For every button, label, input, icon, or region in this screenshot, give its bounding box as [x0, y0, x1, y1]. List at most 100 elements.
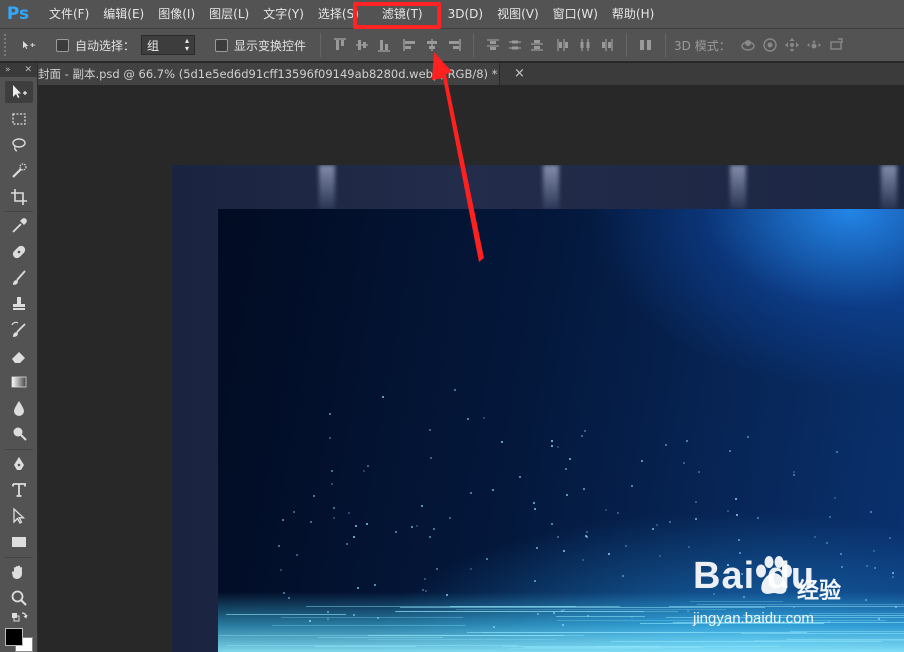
- path-selection-tool-icon[interactable]: [5, 505, 33, 527]
- particle: [470, 568, 473, 571]
- 3d-slide-icon[interactable]: [803, 34, 825, 56]
- align-vcenter-icon[interactable]: [351, 34, 373, 56]
- healing-brush-tool-icon[interactable]: [5, 241, 33, 263]
- particle: [685, 440, 688, 443]
- tools-panel-header: » ✕: [0, 63, 37, 77]
- close-panel-icon[interactable]: ✕: [24, 63, 32, 77]
- particle: [889, 536, 892, 539]
- crop-tool-icon[interactable]: [5, 186, 33, 208]
- highlight-box: [353, 2, 441, 29]
- options-grip[interactable]: [4, 34, 12, 56]
- show-transform-label: 显示变换控件: [234, 38, 307, 53]
- lasso-tool-icon[interactable]: [5, 134, 33, 156]
- particle: [557, 445, 560, 448]
- distribute-left-icon[interactable]: [552, 34, 574, 56]
- menu-file[interactable]: 文件(F): [42, 0, 96, 28]
- quick-selection-tool-icon[interactable]: [5, 160, 33, 182]
- show-transform-checkbox[interactable]: [215, 38, 229, 52]
- menu-help[interactable]: 帮助(H): [605, 0, 661, 28]
- align-right-icon[interactable]: [443, 34, 465, 56]
- eraser-tool-icon[interactable]: [5, 345, 33, 367]
- particle: [757, 517, 760, 520]
- 3d-mode-label: 3D 模式：: [674, 38, 731, 53]
- menu-image[interactable]: 图像(I): [151, 0, 202, 28]
- menu-edit[interactable]: 编辑(E): [96, 0, 151, 28]
- particle: [737, 538, 740, 541]
- particle: [430, 456, 433, 459]
- history-brush-tool-icon[interactable]: [5, 319, 33, 341]
- distribute-hcenter-icon[interactable]: [574, 34, 596, 56]
- auto-select-checkbox[interactable]: [56, 38, 69, 52]
- particle: [682, 461, 685, 464]
- particle: [584, 429, 587, 432]
- 3d-scale-icon[interactable]: [825, 34, 847, 56]
- clone-stamp-tool-icon[interactable]: [5, 293, 33, 315]
- menu-type[interactable]: 文字(Y): [256, 0, 311, 28]
- auto-select-dropdown[interactable]: 组 ▴ ▾: [141, 35, 196, 55]
- particle: [640, 460, 643, 463]
- blur-tool-icon[interactable]: [5, 397, 33, 419]
- dodge-tool-icon[interactable]: [5, 423, 33, 445]
- particle: [694, 501, 697, 503]
- 3d-pan-icon[interactable]: [781, 34, 803, 56]
- distribute-bottom-icon[interactable]: [526, 34, 548, 56]
- distribute-top-icon[interactable]: [482, 34, 504, 56]
- align-left-icon[interactable]: [399, 34, 421, 56]
- document-tab[interactable]: 封面 - 副本.psd @ 66.7% (5d1e5ed6d91cff13596…: [38, 63, 500, 85]
- floor-light-line: [272, 625, 467, 627]
- particle: [870, 511, 873, 514]
- particle: [828, 515, 831, 518]
- particle: [313, 495, 316, 498]
- menu-3d[interactable]: 3D(D): [441, 0, 490, 28]
- align-bottom-icon[interactable]: [373, 34, 395, 56]
- menu-layer[interactable]: 图层(L): [202, 0, 256, 28]
- auto-select-group: 自动选择： 组 ▴ ▾: [56, 35, 196, 55]
- hand-tool-icon[interactable]: [5, 561, 33, 583]
- distribute-right-icon[interactable]: [596, 34, 618, 56]
- particle: [656, 524, 659, 527]
- 3d-rotate-icon[interactable]: [737, 34, 759, 56]
- baidu-paw-icon: [756, 556, 792, 594]
- watermark-cn: 经验: [797, 579, 842, 604]
- particle: [564, 467, 567, 470]
- particle: [424, 589, 427, 592]
- separator: [320, 33, 322, 57]
- particle: [736, 514, 739, 517]
- particle: [381, 396, 384, 399]
- distribute-vcenter-icon[interactable]: [504, 34, 526, 56]
- collapse-icon[interactable]: »: [5, 63, 11, 77]
- 3d-roll-icon[interactable]: [759, 34, 781, 56]
- rectangle-tool-icon[interactable]: [5, 531, 33, 553]
- menu-view[interactable]: 视图(V): [490, 0, 546, 28]
- particle: [519, 475, 522, 478]
- gradient-tool-icon[interactable]: [5, 371, 33, 393]
- align-hcenter-icon[interactable]: [421, 34, 443, 56]
- particle: [429, 536, 432, 539]
- pen-tool-icon[interactable]: [5, 453, 33, 475]
- brush-tool-icon[interactable]: [5, 267, 33, 289]
- particle: [345, 543, 348, 546]
- close-tab-icon[interactable]: ×: [514, 66, 525, 81]
- align-top-icon[interactable]: [329, 34, 351, 56]
- foreground-color-swatch[interactable]: [5, 628, 23, 646]
- type-tool-icon[interactable]: [5, 479, 33, 501]
- particle: [664, 444, 667, 447]
- separator: [626, 33, 628, 57]
- move-tool-icon[interactable]: [5, 81, 33, 103]
- particle: [563, 550, 566, 553]
- auto-select-label: 自动选择：: [75, 38, 136, 53]
- particle: [423, 578, 426, 581]
- menu-window[interactable]: 窗口(W): [546, 0, 605, 28]
- floor-light-line: [222, 650, 499, 652]
- eyedropper-tool-icon[interactable]: [5, 215, 33, 237]
- tool-separator: [5, 449, 33, 450]
- marquee-tool-icon[interactable]: [5, 108, 33, 130]
- auto-align-layers-icon[interactable]: [635, 34, 657, 56]
- swap-colors-icon[interactable]: [5, 611, 33, 627]
- particle: [373, 583, 376, 586]
- zoom-tool-icon[interactable]: [5, 587, 33, 609]
- separator: [473, 33, 475, 57]
- move-tool-preset-icon[interactable]: [12, 34, 46, 56]
- particle: [533, 579, 536, 582]
- floor-light-line: [314, 646, 417, 648]
